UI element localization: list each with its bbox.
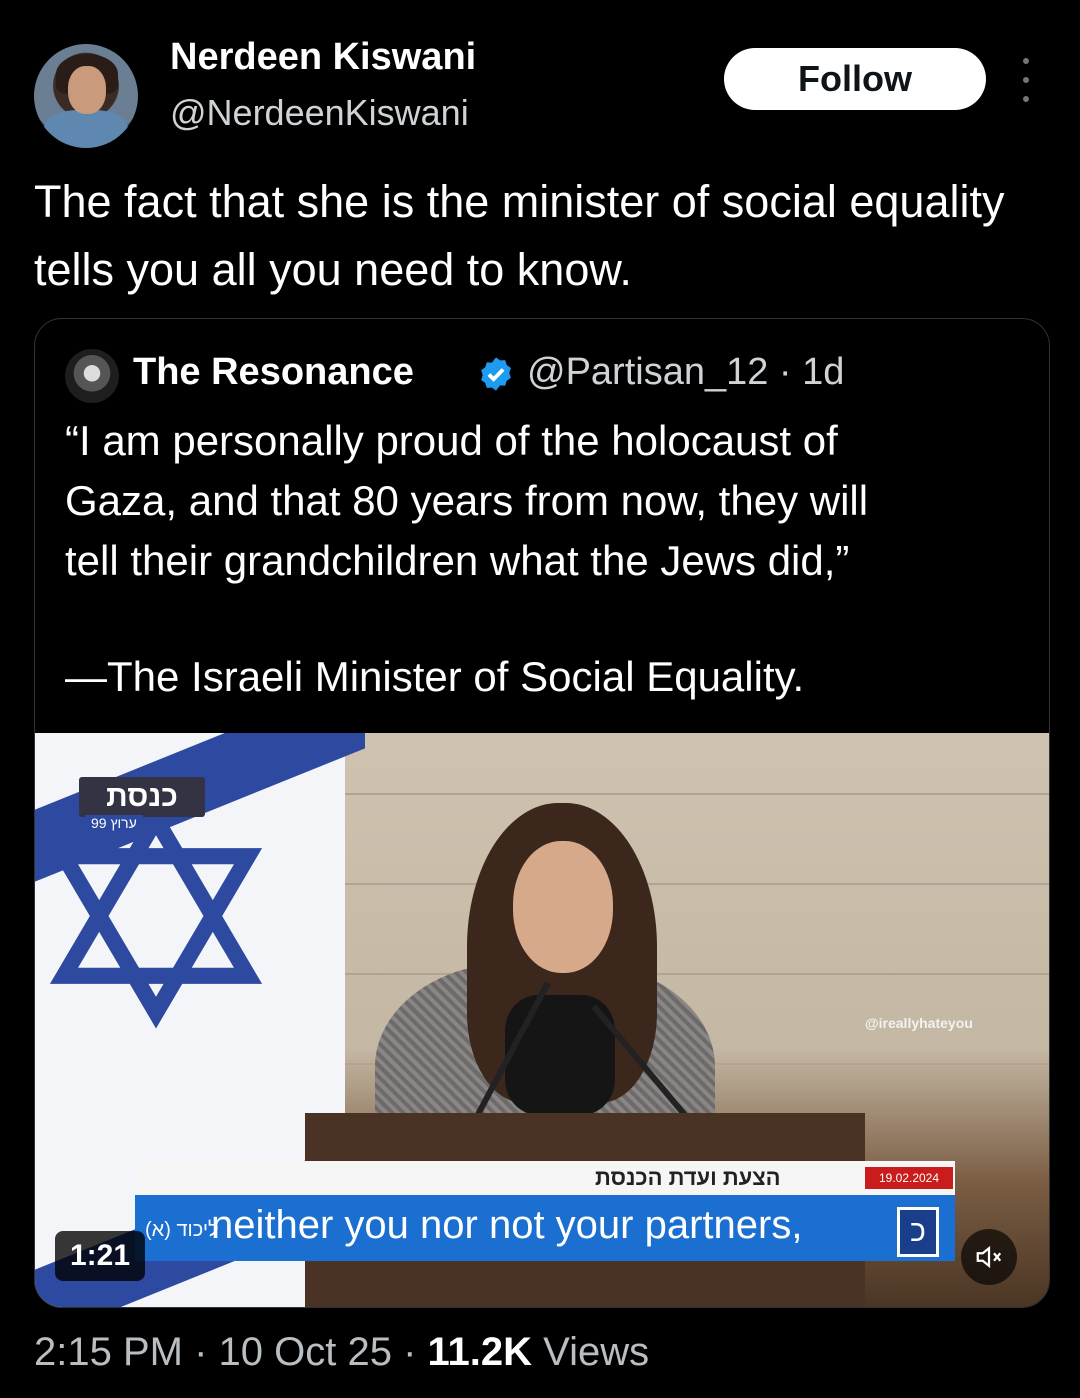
- verified-badge-icon: [481, 357, 511, 391]
- author-avatar[interactable]: [34, 44, 138, 148]
- author-handle[interactable]: @NerdeenKiswani: [170, 92, 469, 134]
- ticker-date: 19.02.2024: [865, 1167, 953, 1189]
- views-label: Views: [532, 1330, 650, 1374]
- channel-sub: ערוץ 99: [85, 815, 143, 831]
- video-player[interactable]: כנסת ערוץ 99 @ireallyhateyou הצעת ועדת ה…: [35, 733, 1049, 1307]
- quoted-attribution: —The Israeli Minister of Social Equality…: [65, 653, 805, 700]
- video-watermark: @ireallyhateyou: [865, 1015, 973, 1031]
- ticker-bar: [135, 1161, 955, 1195]
- speaker-face: [513, 841, 613, 973]
- quoted-post[interactable]: The Resonance @Partisan_12 · 1d “I am pe…: [34, 318, 1050, 1308]
- mute-icon[interactable]: [961, 1229, 1017, 1285]
- views-count: 11.2K: [427, 1330, 533, 1374]
- quoted-author-name[interactable]: The Resonance: [133, 351, 414, 394]
- quoted-avatar[interactable]: [65, 349, 119, 403]
- post-text: The fact that she is the minister of soc…: [34, 176, 1005, 295]
- caption-logo: כ: [897, 1207, 939, 1257]
- post-timestamp[interactable]: 2:15 PM · 10 Oct 25 ·: [34, 1330, 428, 1374]
- star-of-david-icon: [49, 803, 263, 1029]
- follow-button[interactable]: Follow: [724, 48, 986, 110]
- video-caption: neither you nor not your partners,: [211, 1203, 803, 1247]
- quoted-handle-time[interactable]: @Partisan_12 · 1d: [527, 351, 844, 394]
- caption-hebrew: (א) ליכוד: [145, 1219, 219, 1241]
- quoted-text: “I am personally proud of the holocaust …: [65, 417, 869, 584]
- ticker-label: הצעת ועדת הכנסת: [595, 1165, 781, 1190]
- author-name[interactable]: Nerdeen Kiswani: [170, 36, 476, 79]
- channel-logo: כנסת: [79, 777, 205, 817]
- post-meta: 2:15 PM · 10 Oct 25 · 11.2K Views: [34, 1330, 649, 1375]
- more-options-icon[interactable]: [1014, 58, 1038, 102]
- video-duration: 1:21: [55, 1231, 145, 1281]
